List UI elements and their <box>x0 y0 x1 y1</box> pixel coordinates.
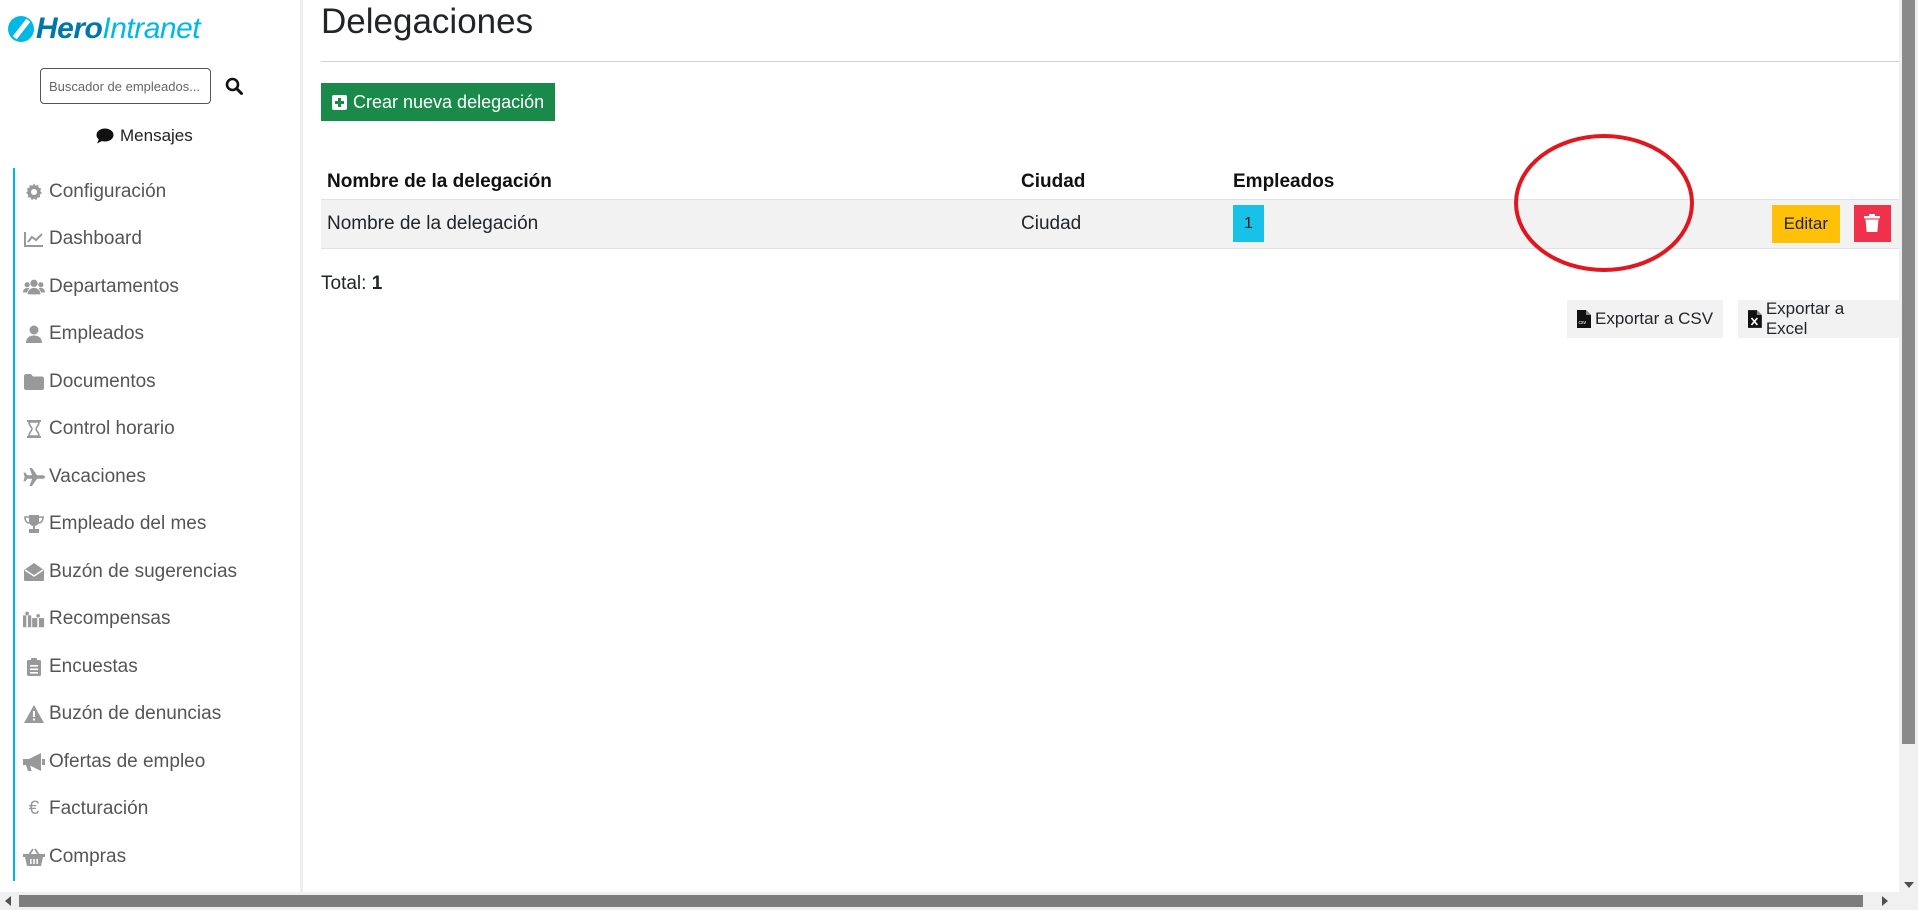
gear-icon <box>23 182 45 202</box>
sidebar-item-label: Control horario <box>49 418 175 440</box>
file-excel-icon <box>1748 310 1762 328</box>
delete-button[interactable] <box>1854 205 1891 242</box>
sidebar-item-empleado-del-mes[interactable]: Empleado del mes <box>15 501 300 549</box>
bullhorn-icon <box>23 752 45 772</box>
sidebar-nav: Configuración Dashboard Departamentos Em… <box>13 168 300 881</box>
messages-label: Mensajes <box>120 126 193 145</box>
page-title: Delegaciones <box>321 2 534 41</box>
sidebar-item-label: Encuestas <box>49 655 138 677</box>
users-icon <box>23 277 45 297</box>
title-divider <box>321 61 1899 62</box>
cell-name: Nombre de la delegación <box>321 199 1015 249</box>
sidebar-item-departamentos[interactable]: Departamentos <box>15 263 300 311</box>
sidebar-item-ofertas-empleo[interactable]: Ofertas de empleo <box>15 738 300 786</box>
delegations-table: Nombre de la delegación Ciudad Empleados… <box>321 165 1899 249</box>
sidebar-item-vacaciones[interactable]: Vacaciones <box>15 453 300 501</box>
sidebar-item-label: Empleado del mes <box>49 513 207 535</box>
sidebar-item-buzon-sugerencias[interactable]: Buzón de sugerencias <box>15 548 300 596</box>
sidebar-item-encuestas[interactable]: Encuestas <box>15 643 300 691</box>
logo[interactable]: HeroIntranet <box>8 12 201 46</box>
employee-search <box>40 68 249 104</box>
sidebar-item-buzon-denuncias[interactable]: Buzón de denuncias <box>15 691 300 739</box>
sidebar-item-label: Compras <box>49 845 127 867</box>
sidebar-item-configuracion[interactable]: Configuración <box>15 168 300 216</box>
edit-button[interactable]: Editar <box>1771 204 1840 243</box>
sidebar-item-label: Configuración <box>49 180 167 202</box>
export-csv-button[interactable]: csv Exportar a CSV <box>1567 300 1724 338</box>
trophy-icon <box>23 514 45 534</box>
sidebar-item-empleados[interactable]: Empleados <box>15 311 300 359</box>
euro-icon: € <box>28 798 40 820</box>
clipboard-list-icon <box>23 657 45 677</box>
total-count: Total: 1 <box>321 273 382 295</box>
sidebar-item-label: Buzón de denuncias <box>49 703 222 725</box>
employees-count-badge[interactable]: 1 <box>1233 205 1264 242</box>
logo-mark-icon <box>8 16 34 42</box>
basket-icon <box>23 847 45 867</box>
vertical-scrollbar[interactable] <box>1899 0 1918 892</box>
scroll-down-arrow-icon[interactable] <box>1904 882 1914 888</box>
sidebar-item-label: Buzón de sugerencias <box>49 560 238 582</box>
table-row: Nombre de la delegación Ciudad 1 Editar <box>321 199 1899 249</box>
header-employees: Empleados <box>1227 165 1536 200</box>
sidebar-item-compras[interactable]: Compras <box>15 833 300 881</box>
logo-brand-main: Hero <box>36 12 103 45</box>
sidebar-item-label: Documentos <box>49 370 156 392</box>
svg-text:csv: csv <box>1579 320 1587 326</box>
sidebar-item-label: Ofertas de empleo <box>49 750 206 772</box>
gifts-icon <box>23 609 45 629</box>
header-city: Ciudad <box>1015 165 1227 200</box>
horizontal-scroll-thumb[interactable] <box>19 895 1863 907</box>
warning-icon <box>23 704 45 724</box>
sidebar: HeroIntranet Mensajes Configuración <box>0 0 303 892</box>
plane-icon <box>23 467 45 487</box>
sidebar-item-label: Recompensas <box>49 608 171 630</box>
user-icon <box>23 324 45 344</box>
envelope-open-icon <box>23 562 45 582</box>
sidebar-item-label: Departamentos <box>49 275 179 297</box>
trash-icon <box>1864 214 1880 232</box>
sidebar-item-label: Dashboard <box>49 228 142 250</box>
sidebar-item-documentos[interactable]: Documentos <box>15 358 300 406</box>
sidebar-item-label: Vacaciones <box>49 465 146 487</box>
scroll-right-arrow-icon[interactable] <box>1882 896 1888 906</box>
sidebar-item-label: Empleados <box>49 323 145 345</box>
comment-icon <box>96 128 114 144</box>
scroll-left-arrow-icon[interactable] <box>5 896 11 906</box>
total-label: Total: <box>321 273 367 294</box>
hourglass-icon <box>23 419 45 439</box>
logo-brand-accent: Intranet <box>102 12 201 45</box>
file-csv-icon: csv <box>1577 310 1591 328</box>
cell-actions: Editar <box>1535 199 1899 249</box>
search-icon <box>225 77 243 95</box>
chart-line-icon <box>23 229 45 249</box>
sidebar-item-facturacion[interactable]: € Facturación <box>15 786 300 834</box>
export-excel-label: Exportar a Excel <box>1765 299 1845 338</box>
table-header-row: Nombre de la delegación Ciudad Empleados <box>321 165 1899 200</box>
sidebar-item-label: Facturación <box>49 798 149 820</box>
main-content: Delegaciones Crear nueva delegación Nomb… <box>321 0 1899 892</box>
create-delegation-button[interactable]: Crear nueva delegación <box>321 83 556 121</box>
search-button[interactable] <box>219 71 249 101</box>
messages-link[interactable]: Mensajes <box>96 126 193 146</box>
export-csv-label: Exportar a CSV <box>1595 309 1714 328</box>
sidebar-item-recompensas[interactable]: Recompensas <box>15 596 300 644</box>
sidebar-item-dashboard[interactable]: Dashboard <box>15 216 300 264</box>
folder-icon <box>23 372 45 392</box>
cell-city: Ciudad <box>1015 199 1227 249</box>
cell-employees: 1 <box>1227 199 1536 249</box>
sidebar-item-control-horario[interactable]: Control horario <box>15 406 300 454</box>
total-value: 1 <box>371 273 383 294</box>
header-actions <box>1535 165 1899 200</box>
horizontal-scrollbar[interactable] <box>0 892 1918 910</box>
create-delegation-label: Crear nueva delegación <box>353 91 545 112</box>
search-input[interactable] <box>40 68 211 104</box>
plus-square-icon <box>332 94 347 110</box>
vertical-scroll-thumb[interactable] <box>1902 0 1915 744</box>
export-excel-button[interactable]: Exportar a Excel <box>1738 299 1899 338</box>
header-name: Nombre de la delegación <box>321 165 1015 200</box>
